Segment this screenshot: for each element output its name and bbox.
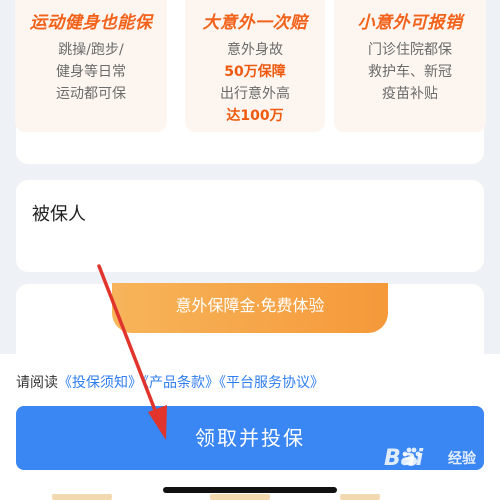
benefit-line: 跳操/跑步/	[58, 42, 124, 58]
benefit-line: 救护车、新冠	[368, 64, 452, 80]
benefit-title: 大意外一次赔	[202, 13, 308, 33]
benefit-line: 运动都可保	[56, 86, 126, 102]
benefit-line-highlight: 达100万	[226, 108, 284, 124]
insured-section[interactable]: 被保人	[16, 180, 484, 272]
benefit-minor-accident: 小意外可报销 门诊住院都保 救护车、新冠 疫苗补贴	[334, 0, 486, 132]
watermark-brand: Bai	[384, 446, 424, 471]
benefit-line: 意外身故	[227, 42, 283, 58]
terms-prefix: 请阅读	[16, 375, 58, 391]
peek-content	[0, 494, 500, 500]
benefit-major-accident: 大意外一次赔 意外身故 50万保障 出行意外高 达100万	[185, 0, 325, 132]
terms-link-product[interactable]: 《产品条款》	[142, 375, 219, 391]
benefit-sports: 运动健身也能保 跳操/跑步/ 健身等日常 运动都可保	[15, 0, 167, 132]
home-indicator[interactable]	[163, 487, 337, 493]
terms-link-platform[interactable]: 《平台服务协议》	[219, 375, 324, 391]
watermark-url: jingyan.baidu.com	[424, 474, 500, 485]
benefit-line-highlight: 50万保障	[224, 64, 286, 80]
promo-tag: 意外保障金·免费体验	[112, 283, 388, 333]
watermark-suffix: 经验	[448, 451, 476, 467]
benefit-title: 运动健身也能保	[29, 13, 153, 33]
benefit-line: 出行意外高	[220, 86, 290, 102]
benefit-line: 门诊住院都保	[368, 42, 452, 58]
insured-label: 被保人	[32, 204, 86, 225]
benefit-title: 小意外可报销	[357, 13, 463, 33]
benefit-line: 健身等日常	[56, 64, 126, 80]
benefit-line: 疫苗补贴	[382, 86, 438, 102]
promo-tag-label: 意外保障金·免费体验	[175, 296, 325, 315]
terms-row: 请阅读《投保须知》《产品条款》《平台服务协议》	[16, 372, 324, 392]
terms-link-notice[interactable]: 《投保须知》	[58, 375, 142, 391]
